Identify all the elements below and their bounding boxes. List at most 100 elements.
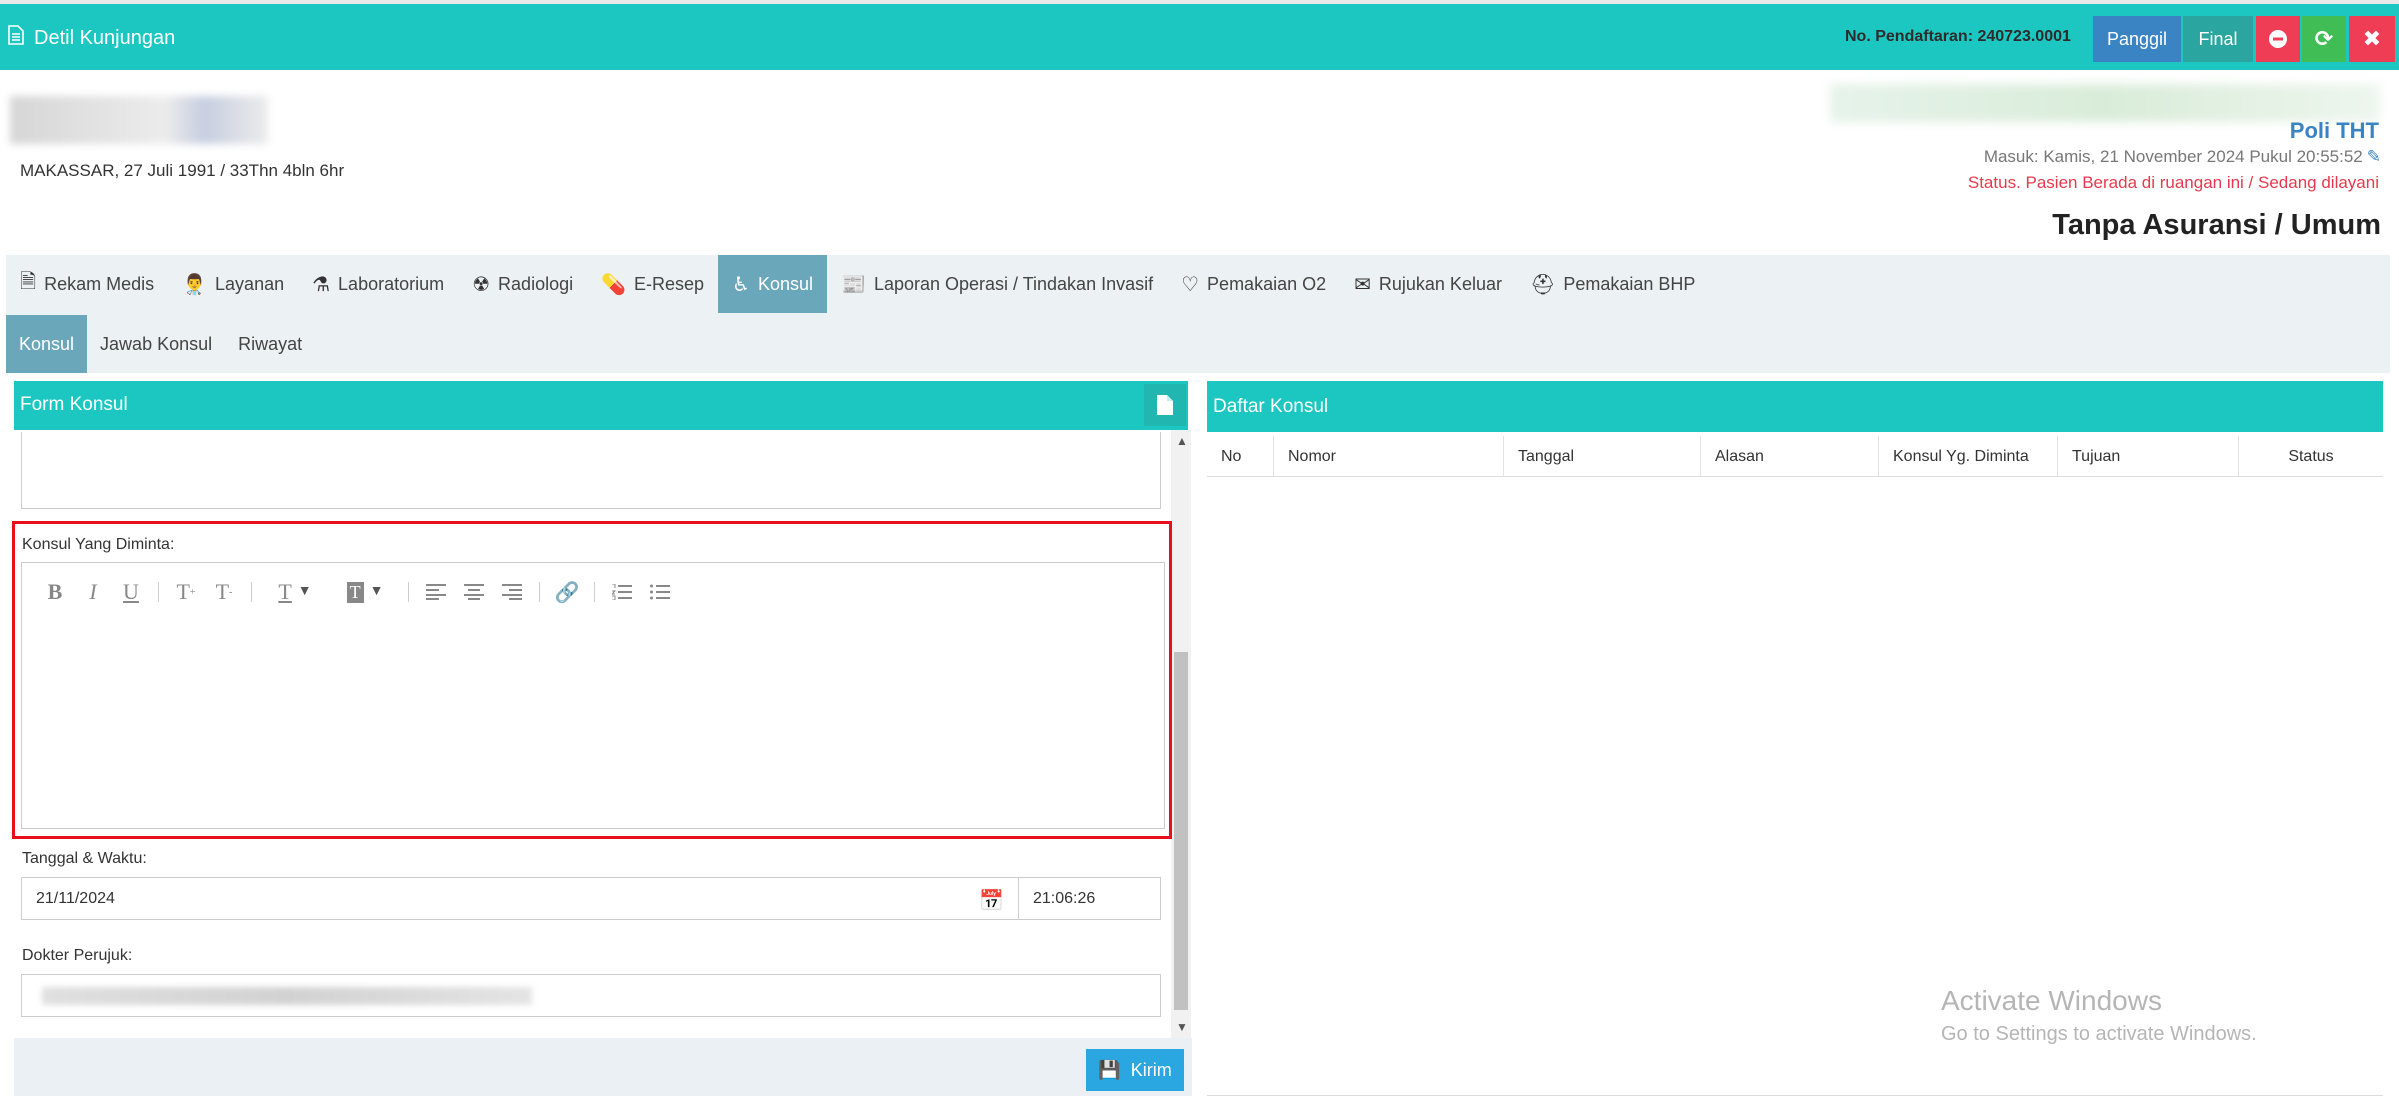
window-title-label: Detil Kunjungan: [34, 26, 176, 49]
flask-icon: ⚗: [312, 273, 331, 296]
link-icon[interactable]: 🔗: [548, 577, 586, 607]
tab-radiologi[interactable]: ☢ Radiologi: [458, 255, 587, 313]
underline-icon[interactable]: U: [112, 577, 150, 607]
tab-laporan-operasi[interactable]: 📰 Laporan Operasi / Tindakan Invasif: [827, 255, 1167, 313]
calendar-icon[interactable]: 📅: [979, 888, 1004, 913]
wheelchair-icon: ♿: [732, 273, 750, 296]
admission-time: Masuk: Kamis, 21 November 2024 Pukul 20:…: [1984, 147, 2381, 167]
scroll-down-icon[interactable]: ▼: [1176, 1020, 1188, 1034]
tab-laboratorium[interactable]: ⚗ Laboratorium: [298, 255, 458, 313]
newspaper-icon: 📰: [841, 273, 866, 296]
watermark-subtitle: Go to Settings to activate Windows.: [1941, 1023, 2257, 1045]
form-scrollbar[interactable]: ▲ ▼: [1171, 430, 1191, 1038]
subtab-riwayat[interactable]: Riwayat: [225, 315, 315, 373]
final-button[interactable]: Final: [2183, 16, 2253, 62]
heart-icon: ♡: [1181, 273, 1200, 296]
daftar-konsul-header: Daftar Konsul: [1207, 381, 2383, 432]
minus-circle-button[interactable]: [2256, 16, 2300, 62]
pill-icon: 💊: [601, 273, 627, 296]
document-icon: [1157, 395, 1173, 415]
medkit-icon: ⛑: [1529, 273, 1556, 296]
background-color-icon: T: [346, 581, 364, 603]
form-footer: 💾 Kirim: [14, 1038, 1192, 1096]
dokter-label: Dokter Perujuk:: [22, 947, 133, 964]
panggil-button[interactable]: Panggil: [2093, 16, 2181, 62]
column-header[interactable]: Nomor: [1274, 436, 1504, 477]
ordered-list-icon[interactable]: [603, 577, 641, 607]
column-header[interactable]: Status: [2239, 436, 2383, 477]
edit-icon[interactable]: ✎: [2367, 147, 2381, 167]
align-right-icon[interactable]: [493, 577, 531, 607]
subscript-icon[interactable]: T-: [205, 577, 243, 607]
scroll-up-icon[interactable]: ▲: [1176, 434, 1188, 448]
tab-konsul[interactable]: ♿ Konsul: [718, 255, 828, 313]
bold-icon[interactable]: B: [36, 577, 74, 607]
konsul-label: Konsul Yang Diminta:: [22, 536, 175, 553]
patient-name-redacted: [10, 96, 268, 144]
column-header[interactable]: Tanggal: [1504, 436, 1701, 477]
tab-pemakaian-bhp[interactable]: ⛑ Pemakaian BHP: [1516, 255, 1709, 313]
envelope-icon: ✉: [1354, 273, 1371, 296]
text-color-dropdown[interactable]: T ▼: [260, 577, 330, 607]
column-header[interactable]: Tujuan: [2058, 436, 2239, 477]
registration-number: No. Pendaftaran: 240723.0001: [1845, 28, 2071, 45]
document-button[interactable]: [1144, 384, 1186, 426]
close-icon: ✖: [2362, 26, 2382, 51]
table-header: No Nomor Tanggal Alasan Konsul Yg. Dimin…: [1207, 436, 2383, 477]
top-bar: Detil Kunjungan No. Pendaftaran: 240723.…: [0, 0, 2399, 70]
divider: [1207, 1095, 2383, 1096]
form-konsul-header: Form Konsul: [14, 381, 1188, 430]
activate-windows-watermark: Activate Windows Go to Settings to activ…: [1941, 985, 2257, 1046]
editor-toolbar: B I U T + T- T ▼ T ▼ 🔗: [36, 577, 679, 607]
tab-layanan[interactable]: 👨‍⚕ Layanan: [168, 255, 298, 313]
align-center-icon[interactable]: [455, 577, 493, 607]
form-konsul-title: Form Konsul: [20, 394, 128, 415]
birth-info: MAKASSAR, 27 Juli 1991 / 33Thn 4bln 6hr: [20, 161, 345, 180]
dokter-value-redacted: [42, 987, 532, 1005]
toolbar-divider: [251, 582, 252, 602]
file-icon: 🗎: [20, 271, 37, 293]
subtab-jawab-konsul[interactable]: Jawab Konsul: [87, 315, 225, 373]
superscript-icon[interactable]: T +: [167, 577, 205, 607]
patient-status: Status. Pasien Berada di ruangan ini / S…: [1967, 173, 2379, 192]
scroll-thumb[interactable]: [1174, 652, 1188, 1010]
document-icon: [8, 25, 24, 51]
time-value: 21:06:26: [1033, 889, 1096, 907]
admission-time-label: Masuk: Kamis, 21 November 2024 Pukul 20:…: [1983, 147, 2363, 166]
redacted-info: [1830, 84, 2380, 122]
align-left-icon[interactable]: [417, 577, 455, 607]
dokter-input[interactable]: [21, 974, 1161, 1017]
konsul-editor[interactable]: B I U T + T- T ▼ T ▼ 🔗: [21, 562, 1165, 829]
close-button[interactable]: ✖: [2349, 16, 2395, 62]
main-tabs: 🗎 Rekam Medis 👨‍⚕ Layanan ⚗ Laboratorium ☢ R…: [6, 255, 1709, 313]
column-header[interactable]: Alasan: [1701, 436, 1879, 477]
daftar-konsul-title: Daftar Konsul: [1213, 396, 1329, 417]
bg-color-dropdown[interactable]: T ▼: [330, 577, 400, 607]
subtab-konsul[interactable]: Konsul: [6, 315, 88, 373]
datetime-label: Tanggal & Waktu:: [22, 850, 147, 867]
time-input[interactable]: 21:06:26: [1018, 877, 1161, 920]
unordered-list-icon[interactable]: [641, 577, 679, 607]
save-icon: 💾: [1098, 1059, 1121, 1080]
italic-icon[interactable]: I: [74, 577, 112, 607]
watermark-title: Activate Windows: [1941, 985, 2162, 1016]
date-input[interactable]: 21/11/2024 📅: [21, 877, 1019, 920]
tab-rekam-medis[interactable]: 🗎 Rekam Medis: [6, 255, 168, 313]
column-header[interactable]: No: [1207, 436, 1274, 477]
kirim-button[interactable]: 💾 Kirim: [1086, 1049, 1184, 1091]
refresh-button[interactable]: ⟳: [2302, 16, 2346, 62]
tab-pemakaian-o2[interactable]: ♡ Pemakaian O2: [1167, 255, 1340, 313]
toolbar-divider: [158, 582, 159, 602]
poli-label: Poli THT: [2289, 118, 2379, 143]
refresh-icon: ⟳: [2314, 26, 2334, 51]
tab-e-resep[interactable]: 💊 E-Resep: [587, 255, 718, 313]
minus-circle-icon: [2269, 30, 2287, 48]
toolbar-divider: [408, 582, 409, 602]
toolbar-divider: [594, 582, 595, 602]
window-title: Detil Kunjungan: [8, 25, 175, 51]
tab-rujukan-keluar[interactable]: ✉ Rujukan Keluar: [1340, 255, 1516, 313]
text-color-icon: T: [278, 579, 292, 604]
user-md-icon: 👨‍⚕: [182, 273, 208, 296]
column-header[interactable]: Konsul Yg. Diminta: [1879, 436, 2058, 477]
previous-textarea[interactable]: [21, 432, 1161, 509]
